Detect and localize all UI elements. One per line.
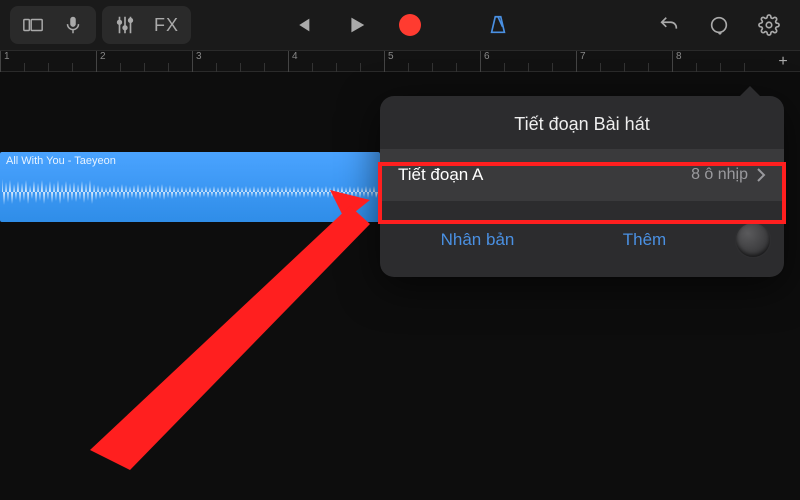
audio-clip[interactable]: All With You - Taeyeon bbox=[0, 152, 380, 222]
add-button[interactable]: Thêm bbox=[561, 230, 728, 250]
right-tools bbox=[654, 10, 784, 40]
fx-button[interactable]: FX bbox=[150, 15, 183, 36]
record-button[interactable] bbox=[395, 10, 425, 40]
settings-button[interactable] bbox=[754, 10, 784, 40]
toolbar: FX bbox=[0, 0, 800, 50]
rewind-button[interactable] bbox=[287, 10, 317, 40]
section-name: Tiết đoạn A bbox=[398, 165, 483, 185]
ruler-bar-6: 6 bbox=[480, 51, 490, 73]
record-icon bbox=[399, 14, 421, 36]
ruler-bar-4: 4 bbox=[288, 51, 298, 73]
waveform-icon bbox=[0, 172, 380, 212]
ruler-bar-1: 1 bbox=[0, 51, 10, 73]
track-controls-group: FX bbox=[102, 6, 191, 44]
loop-button[interactable] bbox=[704, 10, 734, 40]
browser-icon[interactable] bbox=[18, 10, 48, 40]
ruler-bar-5: 5 bbox=[384, 51, 394, 73]
ruler-bar-7: 7 bbox=[576, 51, 586, 73]
undo-button[interactable] bbox=[654, 10, 684, 40]
chevron-right-icon bbox=[756, 167, 766, 183]
popover-title: Tiết đoạn Bài hát bbox=[380, 96, 784, 149]
timeline-ruler[interactable]: + 1 2 3 4 5 6 7 8 bbox=[0, 50, 800, 72]
metronome-button[interactable] bbox=[483, 10, 513, 40]
help-button[interactable] bbox=[736, 223, 770, 257]
section-length: 8 ô nhịp bbox=[691, 166, 748, 184]
play-button[interactable] bbox=[341, 10, 371, 40]
add-section-button[interactable]: + bbox=[772, 51, 794, 73]
ruler-bar-2: 2 bbox=[96, 51, 106, 73]
clip-title: All With You - Taeyeon bbox=[6, 155, 116, 167]
mixer-icon[interactable] bbox=[110, 10, 140, 40]
ruler-bar-3: 3 bbox=[192, 51, 202, 73]
song-sections-popover: Tiết đoạn Bài hát Tiết đoạn A 8 ô nhịp N… bbox=[380, 96, 784, 277]
mic-icon[interactable] bbox=[58, 10, 88, 40]
ruler-bar-8: 8 bbox=[672, 51, 682, 73]
section-value-group: 8 ô nhịp bbox=[691, 166, 766, 184]
view-group bbox=[10, 6, 96, 44]
section-a-row[interactable]: Tiết đoạn A 8 ô nhịp bbox=[380, 149, 784, 201]
transport-controls bbox=[287, 10, 513, 40]
popover-actions: Nhân bản Thêm bbox=[380, 201, 784, 277]
duplicate-button[interactable]: Nhân bản bbox=[394, 230, 561, 250]
